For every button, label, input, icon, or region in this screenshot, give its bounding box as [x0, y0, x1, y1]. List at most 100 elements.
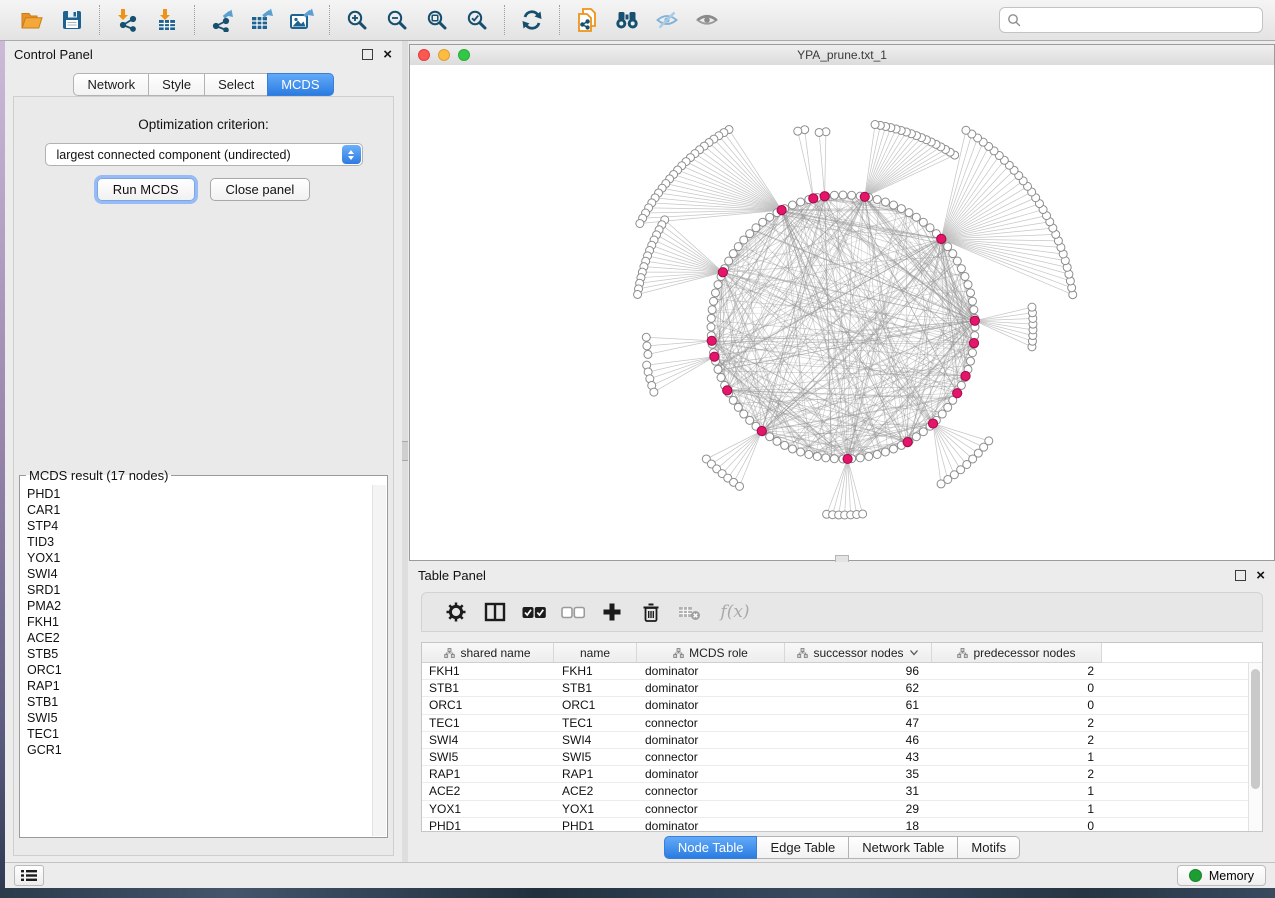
memory-label: Memory: [1209, 869, 1254, 883]
table-cell: SWI5: [554, 750, 637, 764]
memory-status-icon: [1189, 869, 1202, 882]
column-header-successor-nodes[interactable]: successor nodes: [785, 643, 932, 663]
refresh-button[interactable]: [512, 3, 552, 37]
tab-edge-table[interactable]: Edge Table: [756, 836, 849, 859]
mcds-result-item[interactable]: STP4: [27, 518, 386, 534]
mcds-result-item[interactable]: SWI5: [27, 710, 386, 726]
memory-button[interactable]: Memory: [1177, 865, 1266, 886]
zoom-selected-button[interactable]: [457, 3, 497, 37]
zoom-fit-button[interactable]: [417, 3, 457, 37]
tab-network[interactable]: Network: [73, 73, 149, 96]
function-builder-button[interactable]: f(x): [709, 596, 761, 628]
tab-network-table[interactable]: Network Table: [848, 836, 958, 859]
table-cell: ORC1: [554, 698, 637, 712]
table-row[interactable]: FKH1FKH1dominator962: [422, 663, 1249, 680]
close-panel-icon[interactable]: ×: [1256, 571, 1265, 581]
search-field[interactable]: [999, 7, 1263, 33]
column-header-predecessor-nodes[interactable]: predecessor nodes: [932, 643, 1102, 663]
table-row[interactable]: STB1STB1dominator620: [422, 680, 1249, 697]
table-cell: YOX1: [422, 802, 554, 816]
float-panel-icon[interactable]: [362, 49, 373, 60]
delete-table-button[interactable]: [670, 596, 709, 628]
select-all-button[interactable]: [514, 596, 553, 628]
table-row[interactable]: SWI4SWI4dominator462: [422, 732, 1249, 749]
export-image-button[interactable]: [282, 3, 322, 37]
float-panel-icon[interactable]: [1235, 570, 1246, 581]
task-history-button[interactable]: [14, 865, 44, 886]
tree-icon: [797, 648, 808, 658]
table-settings-button[interactable]: [436, 596, 475, 628]
mcds-result-item[interactable]: YOX1: [27, 550, 386, 566]
column-layout-button[interactable]: [475, 596, 514, 628]
open-session-button[interactable]: [12, 3, 52, 37]
export-table-button[interactable]: [242, 3, 282, 37]
mcds-result-item[interactable]: TID3: [27, 534, 386, 550]
tab-node-table[interactable]: Node Table: [664, 836, 758, 859]
mcds-result-item[interactable]: CAR1: [27, 502, 386, 518]
close-panel-button[interactable]: Close panel: [210, 178, 311, 201]
deselect-all-button[interactable]: [553, 596, 592, 628]
window-close-icon[interactable]: [418, 49, 430, 61]
scrollbar-thumb[interactable]: [1251, 669, 1260, 789]
table-cell: 1: [932, 784, 1102, 798]
mcds-result-item[interactable]: GCR1: [27, 742, 386, 758]
network-window-titlebar[interactable]: YPA_prune.txt_1: [410, 45, 1274, 66]
table-row[interactable]: YOX1YOX1connector291: [422, 801, 1249, 818]
tab-mcds[interactable]: MCDS: [267, 73, 333, 96]
column-layout-icon: [484, 602, 506, 622]
table-row[interactable]: ORC1ORC1dominator610: [422, 697, 1249, 714]
table-row[interactable]: ACE2ACE2connector311: [422, 783, 1249, 800]
tab-style[interactable]: Style: [148, 73, 205, 96]
gear-icon: [446, 602, 466, 622]
table-row[interactable]: RAP1RAP1dominator352: [422, 766, 1249, 783]
table-row[interactable]: SWI5SWI5connector431: [422, 749, 1249, 766]
add-column-button[interactable]: [592, 596, 631, 628]
table-row[interactable]: TEC1TEC1connector472: [422, 715, 1249, 732]
mcds-result-item[interactable]: STB1: [27, 694, 386, 710]
mcds-result-item[interactable]: PHD1: [27, 486, 386, 502]
table-cell: FKH1: [554, 664, 637, 678]
search-input[interactable]: [1026, 12, 1255, 28]
zoom-out-button[interactable]: [377, 3, 417, 37]
table-cell: 1: [932, 802, 1102, 816]
mcds-result-item[interactable]: TEC1: [27, 726, 386, 742]
close-panel-icon[interactable]: ×: [383, 50, 392, 60]
mcds-result-scrollbar[interactable]: [372, 485, 386, 836]
mcds-result-item[interactable]: SWI4: [27, 566, 386, 582]
column-header-mcds-role[interactable]: MCDS role: [637, 643, 785, 663]
table-cell: connector: [637, 802, 785, 816]
network-canvas[interactable]: [410, 65, 1274, 560]
mcds-result-item[interactable]: RAP1: [27, 678, 386, 694]
table-cell: 2: [932, 664, 1102, 678]
mcds-result-item[interactable]: ORC1: [27, 662, 386, 678]
tab-motifs[interactable]: Motifs: [957, 836, 1020, 859]
window-minimize-icon[interactable]: [438, 49, 450, 61]
binoculars-button[interactable]: [607, 3, 647, 37]
mcds-result-item[interactable]: SRD1: [27, 582, 386, 598]
table-row[interactable]: PHD1PHD1dominator180: [422, 818, 1249, 832]
import-network-button[interactable]: [107, 3, 147, 37]
save-session-button[interactable]: [52, 3, 92, 37]
mcds-result-item[interactable]: PMA2: [27, 598, 386, 614]
export-network-button[interactable]: [202, 3, 242, 37]
table-cell: connector: [637, 716, 785, 730]
tree-icon: [673, 648, 684, 658]
column-header-shared-name[interactable]: shared name: [422, 643, 554, 663]
table-cell: PHD1: [422, 819, 554, 832]
mcds-result-item[interactable]: ACE2: [27, 630, 386, 646]
import-table-button[interactable]: [147, 3, 187, 37]
hide-selected-button[interactable]: [647, 3, 687, 37]
table-scrollbar[interactable]: [1248, 663, 1262, 831]
optimization-criterion-select[interactable]: largest connected component (undirected): [45, 143, 363, 166]
window-maximize-icon[interactable]: [458, 49, 470, 61]
column-header-name[interactable]: name: [554, 643, 637, 663]
duplicate-network-button[interactable]: [567, 3, 607, 37]
run-mcds-button[interactable]: Run MCDS: [97, 178, 195, 201]
tab-select[interactable]: Select: [204, 73, 268, 96]
zoom-in-button[interactable]: [337, 3, 377, 37]
delete-column-button[interactable]: [631, 596, 670, 628]
show-all-button[interactable]: [687, 3, 727, 37]
mcds-result-item[interactable]: STB5: [27, 646, 386, 662]
mcds-result-item[interactable]: FKH1: [27, 614, 386, 630]
duplicate-network-icon: [575, 7, 599, 33]
